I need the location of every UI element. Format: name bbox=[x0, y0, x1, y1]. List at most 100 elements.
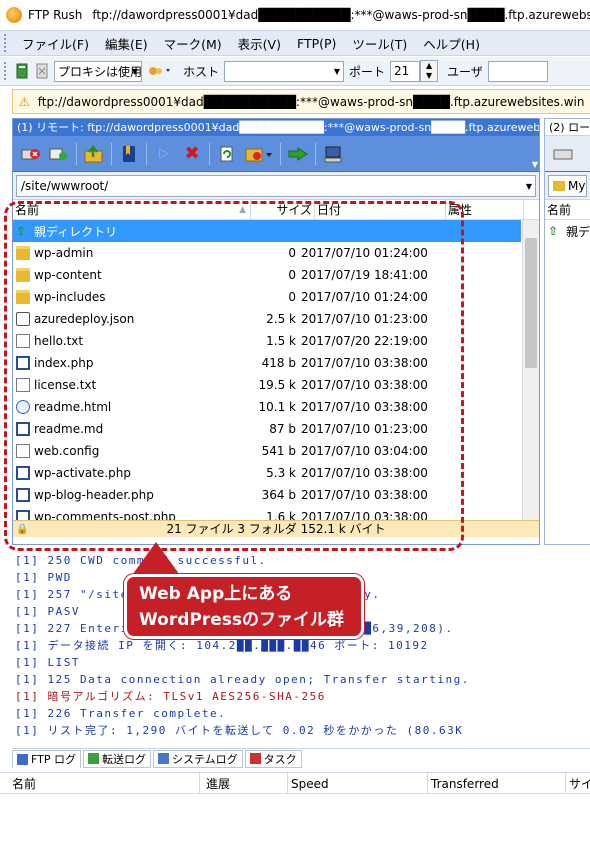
bookmark-icon[interactable] bbox=[118, 143, 140, 165]
transfer-column-progress[interactable]: 進展 bbox=[200, 773, 288, 793]
transfer-icon[interactable]: ▷ bbox=[153, 143, 175, 165]
proxy-select[interactable]: プロキシは使用 ▼ bbox=[54, 60, 142, 82]
file-date: 2017/07/10 03:38:00 bbox=[301, 378, 428, 392]
remote-status-bar: 🔒 21 ファイル 3 フォルダ 152.1 k バイト bbox=[13, 520, 539, 537]
tab-ftp-log[interactable]: FTP ログ bbox=[12, 749, 81, 768]
port-input[interactable]: 21 bbox=[390, 60, 421, 82]
file-date: 2017/07/10 03:04:00 bbox=[301, 444, 428, 458]
php-icon bbox=[16, 510, 30, 520]
chevron-down-icon: ▼ bbox=[333, 66, 341, 76]
site-manager-icon[interactable] bbox=[14, 63, 30, 79]
local-path-value: My bbox=[568, 178, 586, 193]
refresh-icon[interactable] bbox=[216, 143, 238, 165]
callout-line-1: Web App上にある bbox=[139, 584, 293, 604]
terminal-icon[interactable] bbox=[322, 143, 344, 165]
parent-folder-icon[interactable] bbox=[83, 143, 105, 165]
file-date: 2017/07/10 03:38:00 bbox=[301, 466, 428, 480]
file-date: 2017/07/10 03:38:00 bbox=[301, 510, 428, 520]
local-column-name[interactable]: 名前 bbox=[545, 200, 590, 220]
file-date: 2017/07/19 18:41:00 bbox=[301, 268, 428, 282]
sync-browse-icon[interactable] bbox=[287, 143, 309, 165]
column-date[interactable]: 日付 bbox=[315, 199, 446, 220]
menubar-grip[interactable] bbox=[4, 34, 8, 52]
user-input[interactable] bbox=[487, 60, 548, 82]
file-row[interactable]: wp-content 0 2017/07/19 18:41:00 bbox=[13, 264, 521, 286]
file-row[interactable]: hello.txt 1.5 k 2017/07/20 22:19:00 bbox=[13, 330, 521, 352]
file-date: 2017/07/10 01:23:00 bbox=[301, 312, 428, 326]
system-log-icon bbox=[157, 753, 169, 764]
port-spinner[interactable]: ▲ ▼ bbox=[420, 60, 439, 82]
file-size: 5.3 k bbox=[266, 466, 296, 480]
local-pane-header[interactable]: (2) ローカル bbox=[545, 119, 590, 136]
menu-tools[interactable]: ツール(T) bbox=[344, 34, 415, 53]
remote-pane-header[interactable]: (1) リモート: ftp://dawordpress0001¥dad█████… bbox=[13, 119, 539, 136]
remote-file-list: ⇧ 親ディレクトリ wp-admin 0 2017/07/10 01:24:00 wp-c… bbox=[13, 220, 539, 520]
tab-transfer-log[interactable]: 転送ログ bbox=[82, 749, 151, 768]
menu-ftp[interactable]: FTP(P) bbox=[289, 36, 344, 51]
remote-status-text: 21 ファイル 3 フォルダ 152.1 k バイト bbox=[166, 522, 386, 536]
php-icon bbox=[16, 422, 30, 436]
transfer-column-speed[interactable]: Speed bbox=[288, 773, 428, 793]
file-row[interactable]: license.txt 19.5 k 2017/07/10 03:38:00 bbox=[13, 374, 521, 396]
drive-icon[interactable] bbox=[552, 143, 574, 165]
file-row[interactable]: readme.md 87 b 2017/07/10 01:23:00 bbox=[13, 418, 521, 440]
menu-bar: ファイル(F) 編集(E) マーク(M) 表示(V) FTP(P) ツール(T)… bbox=[0, 30, 590, 56]
transfer-column-size[interactable]: サイ bbox=[566, 773, 590, 793]
menu-edit[interactable]: 編集(E) bbox=[97, 34, 156, 53]
menu-view[interactable]: 表示(V) bbox=[230, 34, 289, 53]
toolbar-overflow-icon[interactable]: ▼ bbox=[532, 160, 538, 169]
tab-system-log[interactable]: システムログ bbox=[152, 749, 243, 768]
menu-file[interactable]: ファイル(F) bbox=[14, 34, 97, 53]
app-icon bbox=[6, 7, 22, 23]
file-size: 1.6 k bbox=[266, 510, 296, 520]
file-row[interactable]: wp-includes 0 2017/07/10 01:24:00 bbox=[13, 286, 521, 308]
disconnect-icon[interactable] bbox=[20, 143, 42, 165]
column-name[interactable]: 名前 ▲ bbox=[13, 199, 251, 220]
filter-icon[interactable] bbox=[244, 143, 274, 165]
local-row-parent[interactable]: ⇧ 親ディ bbox=[545, 220, 590, 242]
file-row[interactable]: wp-admin 0 2017/07/10 01:24:00 bbox=[13, 242, 521, 264]
html-icon bbox=[16, 400, 30, 414]
folder-icon bbox=[16, 246, 30, 260]
file-date: 2017/07/10 03:38:00 bbox=[301, 356, 428, 370]
file-row[interactable]: wp-blog-header.php 364 b 2017/07/10 03:38:… bbox=[13, 484, 521, 506]
remote-path-input[interactable]: /site/wwwroot/ ▼ bbox=[16, 174, 536, 197]
callout-pointer bbox=[130, 542, 182, 578]
file-row[interactable]: index.php 418 b 2017/07/10 03:38:00 bbox=[13, 352, 521, 374]
scrollbar-thumb[interactable] bbox=[525, 238, 537, 368]
column-attr[interactable]: 属性 bbox=[446, 199, 524, 220]
toolbar-grip[interactable] bbox=[4, 62, 8, 80]
menu-mark[interactable]: マーク(M) bbox=[156, 34, 230, 53]
quick-connect-icon[interactable] bbox=[34, 63, 50, 79]
file-size: 10.1 k bbox=[258, 400, 296, 414]
file-name: readme.md bbox=[34, 422, 104, 436]
port-label: ポート bbox=[349, 64, 386, 79]
up-icon: ⇧ bbox=[548, 224, 559, 238]
column-size[interactable]: サイズ bbox=[251, 199, 315, 220]
file-row[interactable]: azuredeploy.json 2.5 k 2017/07/10 01:23:00 bbox=[13, 308, 521, 330]
file-row[interactable]: ⇧ 親ディレクトリ bbox=[13, 220, 521, 242]
folder-icon bbox=[16, 268, 30, 282]
toolbar-separator bbox=[111, 142, 112, 165]
remote-vertical-scrollbar[interactable] bbox=[522, 220, 539, 520]
server-type-icon[interactable] bbox=[148, 63, 174, 79]
menu-help[interactable]: ヘルプ(H) bbox=[415, 34, 488, 53]
address-bar[interactable]: ⚠ ftp://dawordpress0001¥dad██████████:**… bbox=[12, 89, 590, 114]
file-name: index.php bbox=[34, 356, 94, 370]
file-size: 541 b bbox=[261, 444, 296, 458]
delete-icon[interactable]: ✖ bbox=[181, 143, 203, 165]
transfer-column-name[interactable]: 名前 bbox=[0, 773, 200, 793]
tab-tasks[interactable]: タスク bbox=[244, 749, 302, 768]
chevron-down-icon: ▼ bbox=[525, 181, 532, 191]
transfer-column-transferred[interactable]: Transferred bbox=[428, 773, 566, 793]
file-row[interactable]: wp-comments-post.php 1.6 k 2017/07/10 03:3… bbox=[13, 506, 521, 520]
sort-asc-icon: ▲ bbox=[239, 204, 246, 215]
file-row[interactable]: web.config 541 b 2017/07/10 03:04:00 bbox=[13, 440, 521, 462]
tab-label: システムログ bbox=[171, 752, 238, 766]
tab-label: FTP ログ bbox=[31, 753, 76, 766]
file-row[interactable]: readme.html 10.1 k 2017/07/10 03:38:00 bbox=[13, 396, 521, 418]
reconnect-icon[interactable] bbox=[48, 143, 70, 165]
host-input[interactable]: ▼ bbox=[224, 60, 345, 82]
local-path-input[interactable]: My bbox=[548, 174, 587, 197]
file-row[interactable]: wp-activate.php 5.3 k 2017/07/10 03:38:00 bbox=[13, 462, 521, 484]
